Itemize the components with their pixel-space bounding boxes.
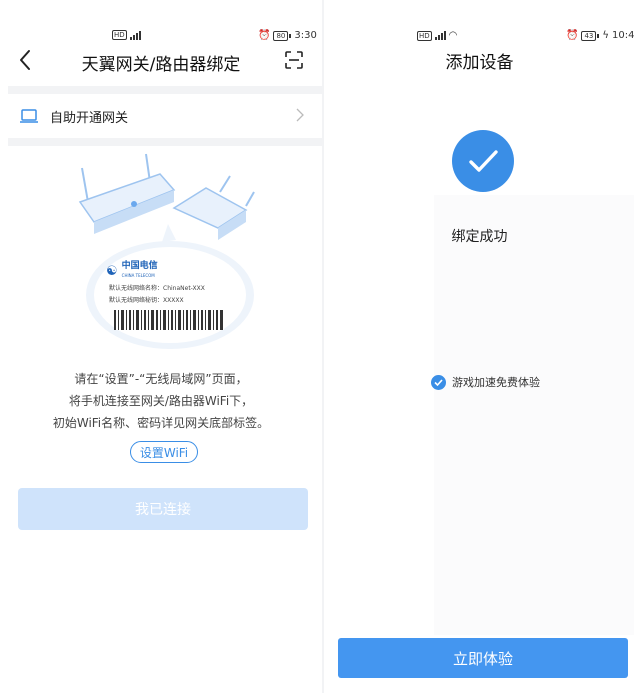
laptop-icon	[20, 109, 38, 123]
instruction-line: 初始WiFi名称、密码详见网关底部标签。	[52, 416, 270, 430]
background-panel	[434, 195, 634, 635]
battery-icon: 80	[273, 30, 292, 41]
alarm-icon: ⏰	[566, 30, 579, 41]
set-wifi-button[interactable]: 设置WiFi	[130, 441, 198, 463]
instruction-line: 请在“设置”-“无线局域网”页面，	[74, 372, 248, 386]
game-boost-label: 游戏加速免费体验	[452, 376, 540, 389]
try-now-button[interactable]: 立即体验	[338, 638, 628, 678]
telecom-logo-icon: ☯	[106, 263, 118, 279]
chevron-right-icon	[296, 108, 304, 122]
default-ssid-text: 默认无线网络名称：ChinaNet-XXX	[109, 285, 205, 292]
battery-icon: 43	[581, 30, 600, 41]
hd-indicator: HD	[417, 30, 432, 41]
gateway-row-label: 自助开通网关	[50, 110, 129, 126]
game-boost-option[interactable]: 游戏加速免费体验	[431, 374, 540, 390]
signal-icon	[434, 31, 446, 40]
divider-band	[8, 86, 322, 94]
status-bar-right: ⏰ 43 ϟ 10:49	[566, 30, 635, 41]
page-title: 天翼网关/路由器绑定	[81, 55, 241, 75]
status-bar-icons: HD	[112, 30, 141, 40]
self-service-gateway-row[interactable]: 自助开通网关	[8, 94, 322, 138]
default-key-text: 默认无线网络秘钥：XXXXX	[109, 297, 184, 304]
status-time: 10:49	[611, 30, 635, 41]
status-time: 3:30	[294, 30, 317, 41]
telecom-logo: ☯ 中国电信 CHINA TELECOM	[106, 262, 158, 280]
add-device-screen: HD ◠ ⏰ 43 ϟ 10:49 添加设备 绑定成功 游戏加速免费体验 立即体…	[324, 0, 635, 693]
status-bar-icons: HD ◠	[417, 30, 457, 41]
signal-icon	[129, 30, 141, 40]
gateway-binding-screen: HD ⏰ 80 3:30 天翼网关/路由器绑定 自助开通网关 ☯ 中国电信 CH…	[0, 0, 322, 693]
scan-icon[interactable]	[284, 50, 304, 70]
connect-instructions: 请在“设置”-“无线局域网”页面， 将手机连接至网关/路由器WiFi下， 初始W…	[0, 368, 322, 434]
checkbox-checked-icon[interactable]	[431, 374, 446, 390]
hd-indicator: HD	[112, 30, 127, 40]
instruction-line: 将手机连接至网关/路由器WiFi下，	[68, 394, 254, 408]
label-card-text: 默认无线网络名称：ChinaNet-XXX 默认无线网络秘钥：XXXXX	[109, 283, 205, 307]
telecom-brand-en: CHINA TELECOM	[121, 273, 155, 278]
wifi-icon: ◠	[448, 30, 458, 41]
alarm-icon: ⏰	[258, 30, 271, 41]
page-title: 添加设备	[445, 53, 514, 73]
success-check-icon	[452, 130, 514, 192]
telecom-brand: 中国电信	[121, 261, 158, 271]
i-have-connected-button[interactable]: 我已连接	[18, 488, 308, 530]
divider-band	[8, 138, 322, 146]
router-label-illustration	[78, 153, 255, 349]
barcode-graphic	[114, 310, 224, 330]
charging-icon: ϟ	[602, 30, 609, 41]
binding-success-text: 绑定成功	[451, 229, 508, 245]
status-bar-right: ⏰ 80 3:30	[258, 30, 317, 41]
